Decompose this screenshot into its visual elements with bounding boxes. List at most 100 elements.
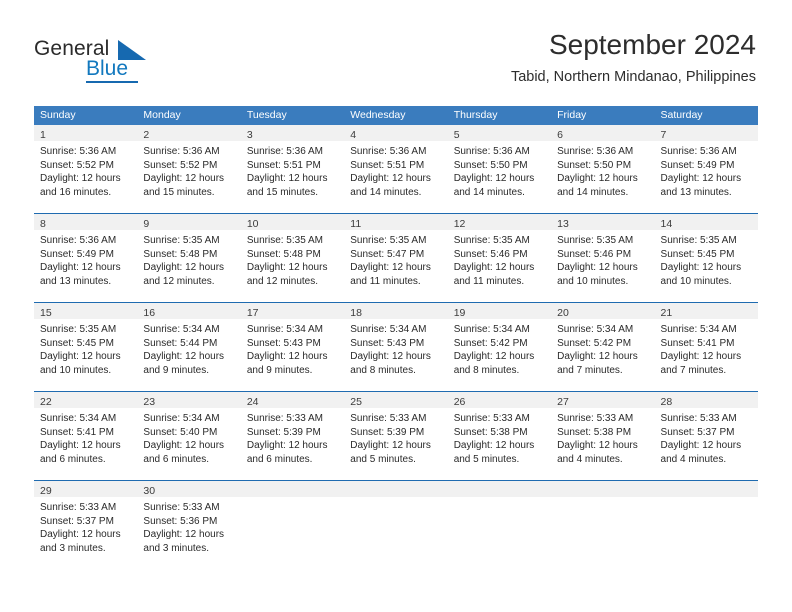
calendar-day-cell[interactable]: 1 Sunrise: 5:36 AM Sunset: 5:52 PM Daylight… bbox=[34, 125, 138, 213]
day-number-band: 9 bbox=[137, 214, 241, 230]
day-number: 12 bbox=[453, 218, 466, 230]
daylight-text-line1: Daylight: 12 hours bbox=[350, 173, 431, 185]
sunset-text: Sunset: 5:48 PM bbox=[246, 248, 321, 260]
sunset-text: Sunset: 5:40 PM bbox=[143, 426, 218, 438]
calendar-day-cell[interactable]: 6 Sunrise: 5:36 AM Sunset: 5:50 PM Daylight… bbox=[551, 125, 655, 213]
sunset-text: Sunset: 5:38 PM bbox=[453, 426, 528, 438]
general-blue-logo[interactable]: General Blue bbox=[34, 37, 234, 83]
calendar-day-cell[interactable]: 20 Sunrise: 5:34 AM Sunset: 5:42 PM Dayligh… bbox=[551, 303, 655, 391]
calendar-day-cell[interactable]: 21 Sunrise: 5:34 AM Sunset: 5:41 PM Dayligh… bbox=[654, 303, 758, 391]
daylight-text-line2: and 8 minutes. bbox=[350, 364, 416, 376]
sunrise-text: Sunrise: 5:34 AM bbox=[557, 324, 634, 335]
calendar-day-cell[interactable]: 12 Sunrise: 5:35 AM Sunset: 5:46 PM Dayligh… bbox=[447, 214, 552, 302]
daylight-text-line1: Daylight: 12 hours bbox=[660, 173, 742, 185]
daylight-text-line2: and 11 minutes. bbox=[453, 275, 525, 287]
daylight-text-line2: and 13 minutes. bbox=[660, 186, 732, 198]
calendar-day-cell[interactable]: 13 Sunrise: 5:35 AM Sunset: 5:46 PM Dayligh… bbox=[551, 214, 655, 302]
daylight-text-line2: and 14 minutes. bbox=[350, 186, 422, 198]
calendar-day-cell[interactable]: 4 Sunrise: 5:36 AM Sunset: 5:51 PM Daylight… bbox=[344, 125, 448, 213]
calendar-day-cell[interactable]: 28 Sunrise: 5:33 AM Sunset: 5:37 PM Dayligh… bbox=[654, 392, 758, 480]
sunrise-text: Sunrise: 5:34 AM bbox=[143, 324, 220, 335]
weekday-header-sunday: Sunday bbox=[40, 109, 76, 121]
sunset-text: Sunset: 5:52 PM bbox=[40, 159, 114, 171]
day-number-band: 16 bbox=[137, 303, 241, 319]
sunrise-text: Sunrise: 5:34 AM bbox=[660, 324, 737, 335]
daylight-text-line1: Daylight: 12 hours bbox=[350, 440, 431, 452]
day-number-band: 24 bbox=[240, 392, 345, 408]
calendar-day-cell[interactable]: 29 Sunrise: 5:33 AM Sunset: 5:37 PM Dayligh… bbox=[34, 481, 138, 569]
calendar-day-cell[interactable]: 25 Sunrise: 5:33 AM Sunset: 5:39 PM Dayligh… bbox=[344, 392, 448, 480]
daylight-text-line2: and 12 minutes. bbox=[246, 275, 319, 287]
daylight-text-line1: Daylight: 12 hours bbox=[453, 262, 535, 274]
daylight-text-line1: Daylight: 12 hours bbox=[40, 440, 121, 452]
title-block: September 2024 Tabid, Northern Mindanao,… bbox=[511, 28, 756, 86]
sunset-text: Sunset: 5:43 PM bbox=[350, 337, 425, 349]
day-detail-body: Sunrise: 5:36 AM Sunset: 5:49 PM Daylight:… bbox=[34, 230, 137, 288]
calendar-day-cell[interactable]: 2 Sunrise: 5:36 AM Sunset: 5:52 PM Daylight… bbox=[137, 125, 241, 213]
calendar-day-cell[interactable]: 30 Sunrise: 5:33 AM Sunset: 5:36 PM Dayligh… bbox=[137, 481, 241, 569]
sunset-text: Sunset: 5:49 PM bbox=[660, 159, 735, 171]
calendar-day-cell[interactable]: 3 Sunrise: 5:36 AM Sunset: 5:51 PM Daylight… bbox=[240, 125, 345, 213]
sunset-text: Sunset: 5:52 PM bbox=[143, 159, 218, 171]
day-number-band: 23 bbox=[137, 392, 241, 408]
calendar-day-cell[interactable]: 7 Sunrise: 5:36 AM Sunset: 5:49 PM Daylight… bbox=[654, 125, 758, 213]
day-number-band: 3 bbox=[240, 125, 345, 141]
daylight-text-line2: and 8 minutes. bbox=[453, 364, 520, 376]
calendar-day-cell[interactable]: 27 Sunrise: 5:33 AM Sunset: 5:38 PM Dayligh… bbox=[551, 392, 655, 480]
daylight-text-line1: Daylight: 12 hours bbox=[660, 351, 742, 363]
calendar-weeks: 1 Sunrise: 5:36 AM Sunset: 5:52 PM Daylight… bbox=[34, 125, 758, 569]
calendar-day-cell[interactable]: 22 Sunrise: 5:34 AM Sunset: 5:41 PM Dayligh… bbox=[34, 392, 138, 480]
daylight-text-line2: and 9 minutes. bbox=[246, 364, 313, 376]
calendar-day-cell[interactable]: 10 Sunrise: 5:35 AM Sunset: 5:48 PM Dayligh… bbox=[240, 214, 345, 302]
daylight-text-line1: Daylight: 12 hours bbox=[453, 351, 535, 363]
sunrise-text: Sunrise: 5:36 AM bbox=[246, 146, 323, 157]
weekday-header-monday: Monday bbox=[143, 109, 181, 121]
sunrise-text: Sunrise: 5:33 AM bbox=[143, 502, 220, 513]
day-detail-body: Sunrise: 5:33 AM Sunset: 5:37 PM Daylight:… bbox=[655, 408, 758, 466]
daylight-text-line2: and 10 minutes. bbox=[557, 275, 629, 287]
sunrise-text: Sunrise: 5:35 AM bbox=[557, 235, 634, 246]
calendar-day-cell[interactable]: 26 Sunrise: 5:33 AM Sunset: 5:38 PM Dayligh… bbox=[447, 392, 552, 480]
sunset-text: Sunset: 5:46 PM bbox=[557, 248, 632, 260]
day-number: 10 bbox=[246, 218, 259, 230]
calendar-day-cell[interactable]: 11 Sunrise: 5:35 AM Sunset: 5:47 PM Dayligh… bbox=[344, 214, 448, 302]
calendar-day-cell[interactable]: 16 Sunrise: 5:34 AM Sunset: 5:44 PM Dayligh… bbox=[137, 303, 241, 391]
calendar-day-cell[interactable]: 9 Sunrise: 5:35 AM Sunset: 5:48 PM Daylight… bbox=[137, 214, 241, 302]
day-number-band: 12 bbox=[447, 214, 552, 230]
day-number-band: 10 bbox=[240, 214, 345, 230]
day-detail-body: Sunrise: 5:33 AM Sunset: 5:39 PM Daylight:… bbox=[241, 408, 344, 466]
day-number: 27 bbox=[557, 396, 569, 408]
day-detail-body: Sunrise: 5:33 AM Sunset: 5:37 PM Daylight:… bbox=[34, 497, 137, 555]
calendar-day-cell[interactable]: 24 Sunrise: 5:33 AM Sunset: 5:39 PM Dayligh… bbox=[240, 392, 345, 480]
calendar-day-cell[interactable]: 17 Sunrise: 5:34 AM Sunset: 5:43 PM Dayligh… bbox=[240, 303, 345, 391]
day-detail-body: Sunrise: 5:34 AM Sunset: 5:43 PM Daylight:… bbox=[241, 319, 344, 377]
day-number: 5 bbox=[453, 129, 460, 141]
daylight-text-line1: Daylight: 12 hours bbox=[557, 262, 638, 274]
sunrise-text: Sunrise: 5:36 AM bbox=[660, 146, 737, 157]
calendar-day-cell[interactable]: 15 Sunrise: 5:35 AM Sunset: 5:45 PM Dayligh… bbox=[34, 303, 138, 391]
daylight-text-line1: Daylight: 12 hours bbox=[453, 173, 535, 185]
day-detail-body: Sunrise: 5:36 AM Sunset: 5:50 PM Daylight:… bbox=[551, 141, 654, 199]
day-number: 30 bbox=[143, 485, 156, 497]
day-number: 7 bbox=[660, 129, 667, 141]
sunrise-text: Sunrise: 5:35 AM bbox=[40, 324, 117, 335]
calendar-day-cell[interactable]: 8 Sunrise: 5:36 AM Sunset: 5:49 PM Daylight… bbox=[34, 214, 138, 302]
day-number-band: 14 bbox=[654, 214, 758, 230]
day-detail-body: Sunrise: 5:35 AM Sunset: 5:45 PM Daylight:… bbox=[34, 319, 137, 377]
weekday-header-friday: Friday bbox=[557, 109, 587, 121]
day-detail-body: Sunrise: 5:36 AM Sunset: 5:50 PM Daylight:… bbox=[448, 141, 551, 199]
calendar-day-cell[interactable]: 5 Sunrise: 5:36 AM Sunset: 5:50 PM Daylight… bbox=[447, 125, 552, 213]
calendar-day-cell[interactable]: 14 Sunrise: 5:35 AM Sunset: 5:45 PM Dayligh… bbox=[654, 214, 758, 302]
day-detail-body: Sunrise: 5:35 AM Sunset: 5:48 PM Daylight:… bbox=[241, 230, 344, 288]
sunset-text: Sunset: 5:48 PM bbox=[143, 248, 218, 260]
calendar-day-cell[interactable]: 19 Sunrise: 5:34 AM Sunset: 5:42 PM Dayligh… bbox=[447, 303, 552, 391]
sunrise-text: Sunrise: 5:36 AM bbox=[40, 235, 117, 246]
day-number-band: 2 bbox=[137, 125, 241, 141]
day-detail-body: Sunrise: 5:34 AM Sunset: 5:44 PM Daylight:… bbox=[137, 319, 240, 377]
day-number-band: 18 bbox=[344, 303, 448, 319]
sunset-text: Sunset: 5:39 PM bbox=[246, 426, 321, 438]
sunrise-text: Sunrise: 5:33 AM bbox=[40, 502, 117, 513]
day-detail-body: Sunrise: 5:33 AM Sunset: 5:38 PM Daylight:… bbox=[551, 408, 654, 466]
calendar-day-cell[interactable]: 18 Sunrise: 5:34 AM Sunset: 5:43 PM Dayligh… bbox=[344, 303, 448, 391]
calendar-day-cell[interactable]: 23 Sunrise: 5:34 AM Sunset: 5:40 PM Dayligh… bbox=[137, 392, 241, 480]
